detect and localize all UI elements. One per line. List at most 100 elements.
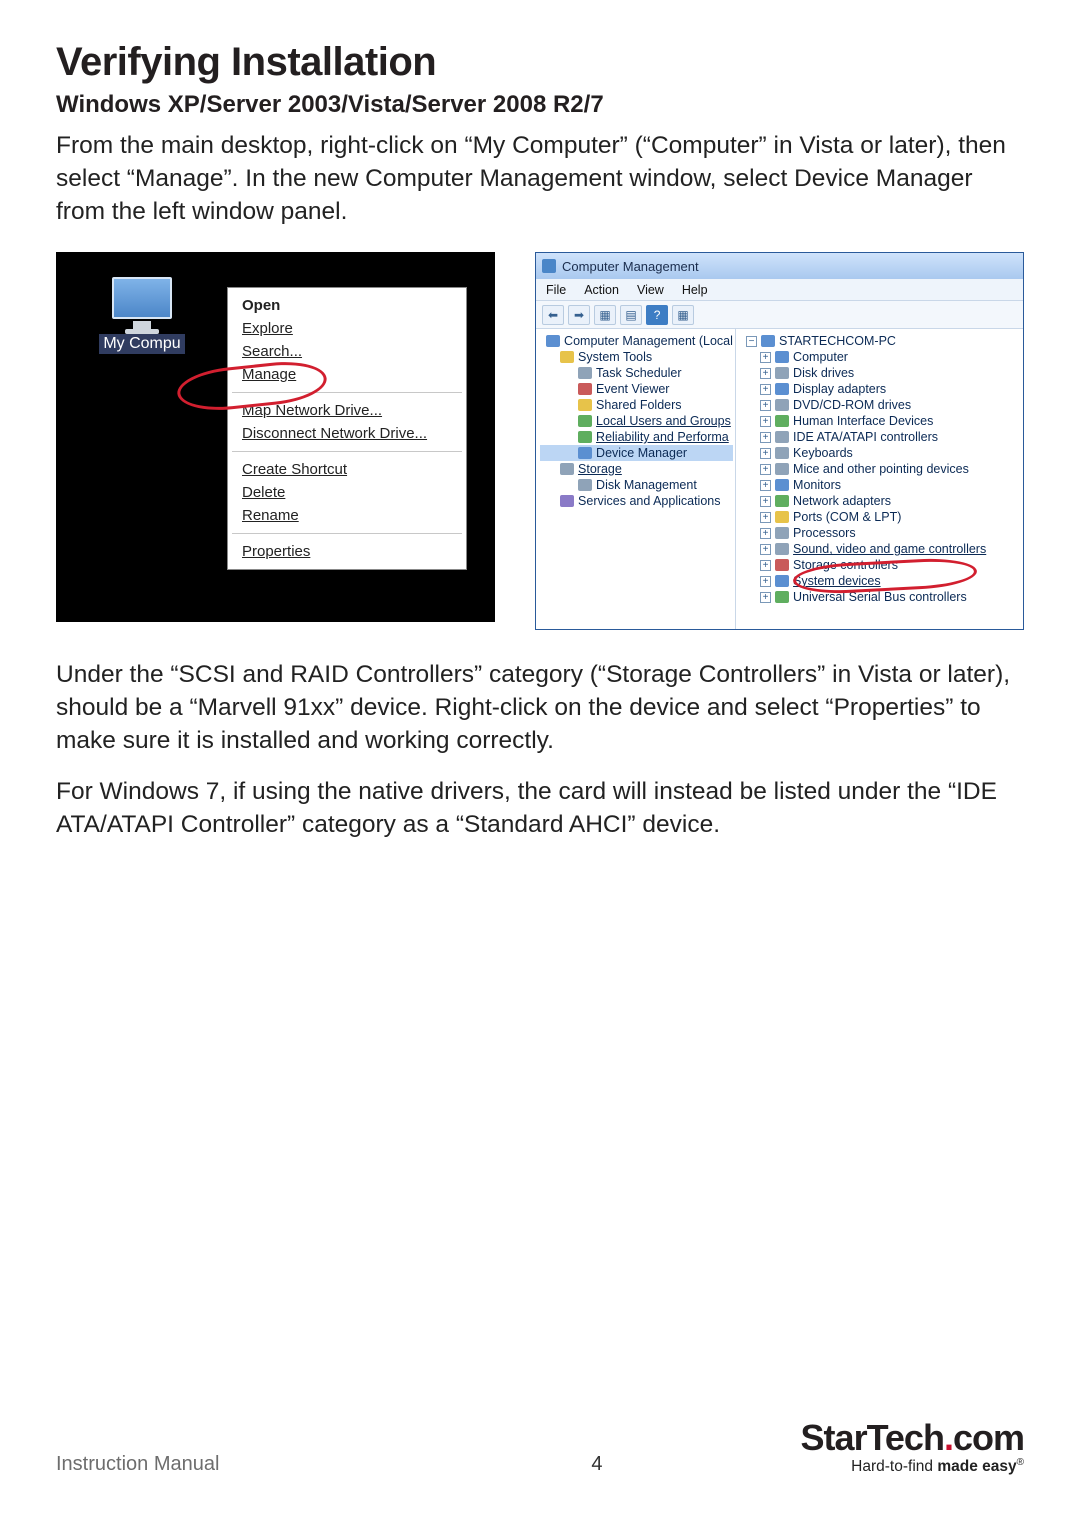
tree-device-manager[interactable]: Device Manager — [540, 445, 733, 461]
dev-ide[interactable]: +IDE ATA/ATAPI controllers — [740, 429, 1021, 445]
dev-computer[interactable]: +Computer — [740, 349, 1021, 365]
context-menu: Open Explore Search... Manage Map Networ… — [227, 287, 467, 570]
network-icon — [775, 495, 789, 507]
sys-icon — [775, 575, 789, 587]
port-icon — [775, 511, 789, 523]
menu-disconnect-drive[interactable]: Disconnect Network Drive... — [228, 422, 466, 445]
page-number: 4 — [591, 1453, 602, 1476]
services-icon — [560, 495, 574, 507]
figure-computer-management: Computer Management File Action View Hel… — [535, 252, 1024, 630]
sound-icon — [775, 543, 789, 555]
device-icon — [578, 447, 592, 459]
hid-icon — [775, 415, 789, 427]
dvd-icon — [775, 399, 789, 411]
forward-button[interactable]: ➡ — [568, 305, 590, 325]
tree-shared-folders[interactable]: Shared Folders — [540, 397, 733, 413]
keyboard-icon — [775, 447, 789, 459]
paragraph-2: Under the “SCSI and RAID Controllers” ca… — [56, 658, 1024, 757]
display-icon — [775, 383, 789, 395]
ide-icon — [775, 431, 789, 443]
paragraph-3: For Windows 7, if using the native drive… — [56, 775, 1024, 841]
menu-manage[interactable]: Manage — [228, 363, 466, 386]
tree-root[interactable]: Computer Management (Local — [540, 333, 733, 349]
folder-icon — [560, 351, 574, 363]
left-tree: Computer Management (Local System Tools … — [536, 329, 736, 629]
dev-pc[interactable]: −STARTECHCOM-PC — [740, 333, 1021, 349]
brand-block: StarTech.com Hard-to-find made easy® — [801, 1417, 1024, 1476]
perf-icon — [578, 431, 592, 443]
dev-system-devices[interactable]: +System devices — [740, 573, 1021, 589]
tree-task-scheduler[interactable]: Task Scheduler — [540, 365, 733, 381]
dev-hid[interactable]: +Human Interface Devices — [740, 413, 1021, 429]
dev-sound[interactable]: +Sound, video and game controllers — [740, 541, 1021, 557]
clock-icon — [578, 367, 592, 379]
monitor-icon — [112, 277, 172, 319]
brand-logo: StarTech.com — [801, 1417, 1024, 1459]
cpu-icon — [775, 527, 789, 539]
tree-services[interactable]: Services and Applications — [540, 493, 733, 509]
help-button[interactable]: ? — [646, 305, 668, 325]
figure-context-menu: My Compu Open Explore Search... Manage M… — [56, 252, 495, 622]
menu-map-drive[interactable]: Map Network Drive... — [228, 399, 466, 422]
menu-action[interactable]: Action — [584, 283, 619, 297]
brand-tagline: Hard-to-find made easy® — [801, 1457, 1024, 1476]
manual-page: Verifying Installation Windows XP/Server… — [0, 0, 1080, 1522]
dev-mice[interactable]: +Mice and other pointing devices — [740, 461, 1021, 477]
dev-processors[interactable]: +Processors — [740, 525, 1021, 541]
dev-ports[interactable]: +Ports (COM & LPT) — [740, 509, 1021, 525]
event-icon — [578, 383, 592, 395]
tree-system-tools[interactable]: System Tools — [540, 349, 733, 365]
dev-dvd[interactable]: +DVD/CD-ROM drives — [740, 397, 1021, 413]
my-computer-icon[interactable]: My Compu — [87, 277, 197, 354]
page-title: Verifying Installation — [56, 40, 1024, 85]
pc-icon — [761, 335, 775, 347]
app-icon — [542, 259, 556, 273]
device-tree: −STARTECHCOM-PC +Computer +Disk drives +… — [736, 329, 1023, 629]
monitor-icon — [775, 479, 789, 491]
menu-search[interactable]: Search... — [228, 340, 466, 363]
menu-create-shortcut[interactable]: Create Shortcut — [228, 458, 466, 481]
back-button[interactable]: ⬅ — [542, 305, 564, 325]
tree-disk-mgmt[interactable]: Disk Management — [540, 477, 733, 493]
menu-help[interactable]: Help — [682, 283, 708, 297]
dev-network[interactable]: +Network adapters — [740, 493, 1021, 509]
computer-icon — [775, 351, 789, 363]
dev-storage-controllers[interactable]: +Storage controllers — [740, 557, 1021, 573]
mouse-icon — [775, 463, 789, 475]
up-button[interactable]: ▦ — [594, 305, 616, 325]
page-footer: Instruction Manual 4 StarTech.com Hard-t… — [56, 1417, 1024, 1476]
dev-usb[interactable]: +Universal Serial Bus controllers — [740, 589, 1021, 605]
dev-monitors[interactable]: +Monitors — [740, 477, 1021, 493]
section-subtitle: Windows XP/Server 2003/Vista/Server 2008… — [56, 91, 1024, 119]
drive-icon — [775, 367, 789, 379]
figure-row: My Compu Open Explore Search... Manage M… — [56, 252, 1024, 630]
collapse-icon[interactable]: − — [746, 336, 757, 347]
dev-display[interactable]: +Display adapters — [740, 381, 1021, 397]
menu-view[interactable]: View — [637, 283, 664, 297]
menu-properties[interactable]: Properties — [228, 540, 466, 563]
refresh-button[interactable]: ▦ — [672, 305, 694, 325]
users-icon — [578, 415, 592, 427]
menu-open[interactable]: Open — [228, 294, 466, 317]
my-computer-label: My Compu — [99, 334, 184, 354]
window-body: Computer Management (Local System Tools … — [536, 329, 1023, 629]
tree-storage[interactable]: Storage — [540, 461, 733, 477]
properties-button[interactable]: ▤ — [620, 305, 642, 325]
dev-keyboards[interactable]: +Keyboards — [740, 445, 1021, 461]
tree-event-viewer[interactable]: Event Viewer — [540, 381, 733, 397]
window-titlebar[interactable]: Computer Management — [536, 253, 1023, 279]
usb-icon — [775, 591, 789, 603]
mgmt-icon — [546, 335, 560, 347]
dev-disk-drives[interactable]: +Disk drives — [740, 365, 1021, 381]
folder-icon — [578, 399, 592, 411]
menu-explore[interactable]: Explore — [228, 317, 466, 340]
tree-local-users[interactable]: Local Users and Groups — [540, 413, 733, 429]
menu-rename[interactable]: Rename — [228, 504, 466, 527]
storage-ctrl-icon — [775, 559, 789, 571]
disk-icon — [578, 479, 592, 491]
menu-file[interactable]: File — [546, 283, 566, 297]
footer-label: Instruction Manual — [56, 1453, 219, 1476]
tree-reliability[interactable]: Reliability and Performa — [540, 429, 733, 445]
window-title: Computer Management — [562, 259, 699, 274]
menu-delete[interactable]: Delete — [228, 481, 466, 504]
